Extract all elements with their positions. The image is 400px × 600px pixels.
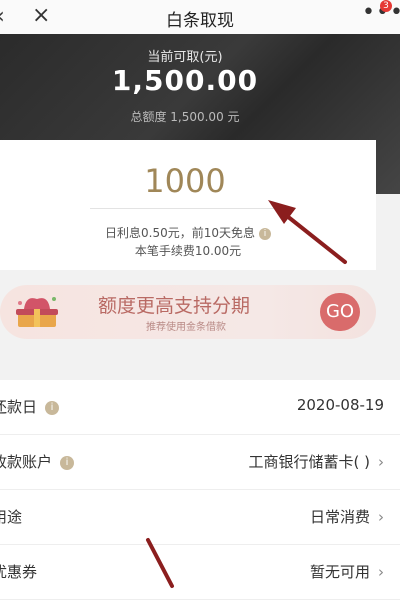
available-label: 当前可取(元) [147,50,223,65]
chevron-right-icon: › [378,453,384,471]
amount-input[interactable]: 1000 [90,162,280,209]
repayment-date-value: 2020-08-19 [296,396,384,414]
promo-banner[interactable]: 额度更高支持分期 推荐使用金条借款 GO [0,285,376,339]
receiving-account-label: 收款账户 [0,453,53,471]
coupon-row[interactable]: 优惠券 暂无可用 › [0,545,400,600]
chevron-right-icon: › [378,563,384,581]
purpose-label: 用途 [0,508,23,526]
info-icon[interactable]: i [45,400,60,415]
interest-text: 日利息0.50元，前10天免息 [105,226,255,240]
receiving-account-row[interactable]: 收款账户 i 工商银行储蓄卡( ) › [0,435,400,490]
total-limit: 总额度 1,500.00 元 [130,110,240,124]
repayment-date-label: 还款日 [0,398,38,416]
coupon-value: 暂无可用 [309,563,370,581]
notification-badge: 3 [380,0,392,12]
coupon-label: 优惠券 [0,563,38,581]
interest-info: 日利息0.50元，前10天免息 i [0,224,376,241]
gift-icon [16,297,58,327]
purpose-value: 日常消费 [309,508,370,526]
fee-text: 本笔手续费10.00元 [134,244,242,258]
go-button[interactable]: GO [320,293,360,331]
available-amount: 1,500.00 [111,64,259,97]
details-list: 还款日 i 2020-08-19 收款账户 i 工商银行储蓄卡( ) › 用途 日常消… [0,380,400,600]
info-icon[interactable]: i [60,455,75,470]
receiving-account-value: 工商银行储蓄卡( ) [248,453,370,471]
navigation-bar: ‹ × 白条取现 ••• 3 [0,0,400,34]
promo-subtitle: 推荐使用金条借款 [146,322,226,333]
purpose-row[interactable]: 用途 日常消费 › [0,490,400,545]
repayment-date-row: 还款日 i 2020-08-19 [0,380,400,435]
promo-title: 额度更高支持分期 [98,295,251,317]
chevron-right-icon: › [378,508,384,526]
withdraw-card: 1000 日利息0.50元，前10天免息 i 本笔手续费10.00元 [0,140,376,270]
info-icon[interactable]: i [259,227,271,240]
page-title: 白条取现 [166,11,234,31]
